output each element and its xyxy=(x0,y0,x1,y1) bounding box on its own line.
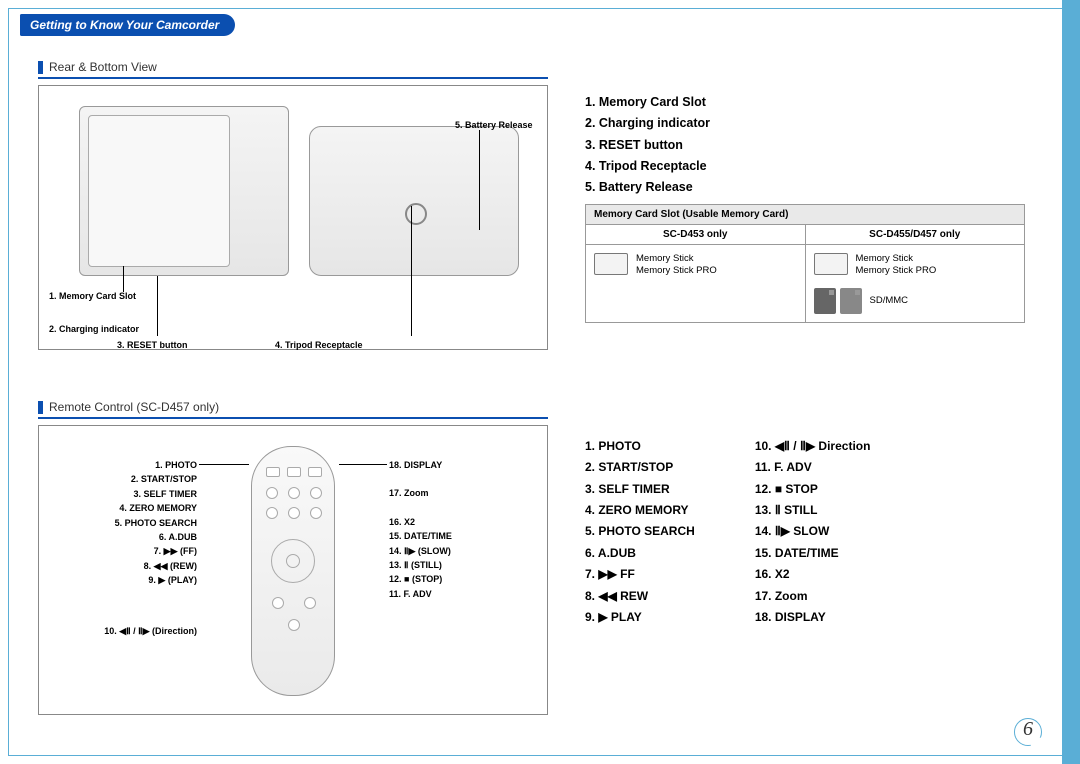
remote-btn xyxy=(287,467,301,477)
rl-14: 14. Ⅱ▶ SLOW xyxy=(755,521,871,542)
rc-lbl-6: 6. A.DUB xyxy=(47,530,197,544)
rl-11: 11. F. ADV xyxy=(755,457,871,478)
leader-line xyxy=(199,464,249,465)
rl-4: 4. ZERO MEMORY xyxy=(585,500,695,521)
rc-lbl-7: 7. ▶▶ (FF) xyxy=(47,544,197,558)
rl-6: 6. A.DUB xyxy=(585,543,695,564)
rl-2: 2. START/STOP xyxy=(585,457,695,478)
remote-btn xyxy=(288,487,300,499)
section2-heading: Remote Control (SC-D457 only) xyxy=(38,400,548,419)
legend-item-5: 5. Battery Release xyxy=(585,177,885,198)
section1-legend: 1. Memory Card Slot 2. Charging indicato… xyxy=(585,92,885,198)
leader-line xyxy=(339,464,387,465)
memtable-col-b: SC-D455/D457 only xyxy=(805,224,1025,244)
memorystick-icon xyxy=(594,253,628,275)
section-remote-control: Remote Control (SC-D457 only) 1. PHOTO 2… xyxy=(38,400,548,715)
rc-lbl-9: 9. ▶ (PLAY) xyxy=(47,573,197,587)
section-rear-bottom: Rear & Bottom View 1. Memory Card Slot 2… xyxy=(38,60,548,350)
rl-10: 10. ◀Ⅱ / Ⅱ▶ Direction xyxy=(755,436,871,457)
legend-item-3: 3. RESET button xyxy=(585,135,885,156)
memtable-b-text3: SD/MMC xyxy=(870,295,909,307)
leader-line xyxy=(479,130,480,230)
rc-lbl-10: 10. ◀Ⅱ / Ⅱ▶ (Direction) xyxy=(47,624,197,638)
remote-dpad xyxy=(271,539,315,583)
memory-card-table: Memory Card Slot (Usable Memory Card) SC… xyxy=(585,204,1025,323)
memtable-a-text: Memory Stick Memory Stick PRO xyxy=(636,253,717,278)
rl-5: 5. PHOTO SEARCH xyxy=(585,521,695,542)
rl-8: 8. ◀◀ REW xyxy=(585,586,695,607)
memtable-b-text1: Memory Stick Memory Stick PRO xyxy=(856,253,937,278)
rc-lbl-16: 16. X2 xyxy=(389,515,539,529)
remote-btn xyxy=(288,619,300,631)
sd-mmc-icon xyxy=(814,288,862,314)
callout-tripod-receptacle: 4. Tripod Receptacle xyxy=(275,340,363,350)
remote-btn xyxy=(304,597,316,609)
callout-memory-card-slot: 1. Memory Card Slot xyxy=(49,291,136,301)
rc-lbl-8: 8. ◀◀ (REW) xyxy=(47,559,197,573)
rl-9: 9. ▶ PLAY xyxy=(585,607,695,628)
page-title: Getting to Know Your Camcorder xyxy=(20,14,235,36)
section1-title: Rear & Bottom View xyxy=(49,60,157,74)
leader-line xyxy=(157,276,158,336)
rl-3: 3. SELF TIMER xyxy=(585,479,695,500)
rc-lbl-3: 3. SELF TIMER xyxy=(47,487,197,501)
remote-btn xyxy=(266,487,278,499)
remote-legend: 1. PHOTO 2. START/STOP 3. SELF TIMER 4. … xyxy=(585,436,870,628)
remote-btn xyxy=(310,507,322,519)
rc-lbl-17: 17. Zoom xyxy=(389,486,539,500)
remote-btn xyxy=(288,507,300,519)
remote-btn xyxy=(266,507,278,519)
memtable-cell-b: Memory Stick Memory Stick PRO SD/MMC xyxy=(805,244,1025,322)
rc-lbl-5: 5. PHOTO SEARCH xyxy=(47,516,197,530)
remote-btn xyxy=(310,487,322,499)
rl-7: 7. ▶▶ FF xyxy=(585,564,695,585)
rl-16: 16. X2 xyxy=(755,564,871,585)
rc-lbl-12: 12. ■ (STOP) xyxy=(389,572,539,586)
leader-line xyxy=(411,206,412,336)
section1-heading: Rear & Bottom View xyxy=(38,60,548,79)
section2-title: Remote Control (SC-D457 only) xyxy=(49,400,219,414)
rc-lbl-18: 18. DISPLAY xyxy=(389,458,539,472)
rl-1: 1. PHOTO xyxy=(585,436,695,457)
camcorder-bottom-illustration xyxy=(309,126,519,276)
camcorder-rear-illustration xyxy=(79,106,289,276)
callout-charging-indicator: 2. Charging indicator xyxy=(49,324,139,334)
rc-lbl-13: 13. Ⅱ (STILL) xyxy=(389,558,539,572)
rc-lbl-4: 4. ZERO MEMORY xyxy=(47,501,197,515)
remote-illustration xyxy=(251,446,335,696)
page-number: 6 xyxy=(1014,718,1042,746)
rl-12: 12. ■ STOP xyxy=(755,479,871,500)
rc-lbl-14: 14. Ⅱ▶ (SLOW) xyxy=(389,544,539,558)
legend-item-2: 2. Charging indicator xyxy=(585,113,885,134)
rl-15: 15. DATE/TIME xyxy=(755,543,871,564)
legend-item-1: 1. Memory Card Slot xyxy=(585,92,885,113)
rc-lbl-2: 2. START/STOP xyxy=(47,472,197,486)
figure-remote: 1. PHOTO 2. START/STOP 3. SELF TIMER 4. … xyxy=(38,425,548,715)
memorystick-icon xyxy=(814,253,848,275)
callout-battery-release: 5. Battery Release xyxy=(455,120,533,130)
remote-btn xyxy=(308,467,322,477)
memtable-header: Memory Card Slot (Usable Memory Card) xyxy=(586,205,1024,224)
rl-18: 18. DISPLAY xyxy=(755,607,871,628)
rc-lbl-1: 1. PHOTO xyxy=(47,458,197,472)
rl-17: 17. Zoom xyxy=(755,586,871,607)
heading-bar-icon xyxy=(38,61,43,74)
heading-bar-icon xyxy=(38,401,43,414)
memtable-col-a: SC-D453 only xyxy=(586,224,805,244)
figure-camcorder: 1. Memory Card Slot 2. Charging indicato… xyxy=(38,85,548,350)
remote-left-callouts: 1. PHOTO 2. START/STOP 3. SELF TIMER 4. … xyxy=(47,458,197,638)
legend-item-4: 4. Tripod Receptacle xyxy=(585,156,885,177)
rc-lbl-11: 11. F. ADV xyxy=(389,587,539,601)
rc-lbl-15: 15. DATE/TIME xyxy=(389,529,539,543)
leader-line xyxy=(123,266,124,292)
rl-13: 13. Ⅱ STILL xyxy=(755,500,871,521)
callout-reset-button: 3. RESET button xyxy=(117,340,188,350)
memtable-cell-a: Memory Stick Memory Stick PRO xyxy=(586,244,805,322)
remote-btn xyxy=(266,467,280,477)
remote-btn xyxy=(272,597,284,609)
remote-right-callouts: 18. DISPLAY 17. Zoom 16. X2 15. DATE/TIM… xyxy=(389,458,539,601)
